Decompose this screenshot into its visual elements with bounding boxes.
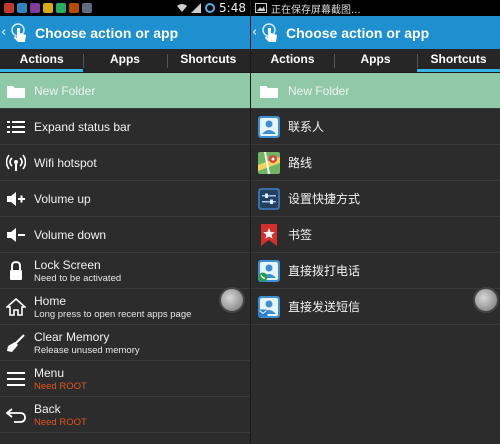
list-item-settings-shortcut[interactable]: 设置快捷方式: [251, 181, 500, 217]
notification-icon: [30, 3, 40, 13]
floating-assistive-button[interactable]: [473, 287, 499, 313]
item-label: Volume up: [34, 191, 91, 206]
screenshot-icon: [255, 3, 267, 13]
item-subtitle: Need ROOT: [34, 416, 87, 428]
tab-apps[interactable]: Apps: [83, 49, 166, 72]
list-item-volume-down[interactable]: Volume down: [0, 217, 250, 253]
item-label: New Folder: [34, 83, 96, 98]
folder-icon: [257, 79, 281, 103]
clock: 5:48: [219, 1, 246, 15]
floating-assistive-button[interactable]: [219, 287, 245, 313]
item-label: Expand status bar: [34, 119, 131, 134]
status-bar: 5:48: [0, 0, 250, 16]
signal-icon: [191, 3, 202, 13]
item-label: Wifi hotspot: [34, 155, 97, 170]
bookmark-icon: [257, 223, 281, 247]
settings-shortcut-icon: [257, 187, 281, 211]
list-item-direct-message[interactable]: 直接发送短信: [251, 289, 500, 325]
shortcuts-screen: 正在保存屏幕截图... ‹ Choose action or app Actio…: [250, 0, 500, 444]
screenshot-saving-notice: 正在保存屏幕截图...: [271, 4, 361, 16]
back-arrow-icon: [6, 405, 26, 425]
list-item-volume-up[interactable]: Volume up: [0, 181, 250, 217]
item-label: Clear Memory: [34, 329, 110, 344]
direct-message-icon: [257, 295, 281, 319]
direct-dial-icon: [257, 259, 281, 283]
item-label: Lock Screen: [34, 257, 101, 272]
item-subtitle: Need ROOT: [34, 380, 87, 392]
list-item-bookmarks[interactable]: 书签: [251, 217, 500, 253]
actions-list: New Folder Expand status bar Wifi hotspo…: [0, 73, 250, 433]
item-label: Back: [34, 401, 61, 416]
item-subtitle: Need to be activated: [34, 272, 122, 284]
page-title: Choose action or app: [286, 24, 430, 41]
notification-icons: [4, 3, 92, 13]
list-item-clear-memory[interactable]: Clear Memory Release unused memory: [0, 325, 250, 361]
item-label: 联系人: [288, 120, 325, 134]
list-item-lock-screen[interactable]: Lock Screen Need to be activated: [0, 253, 250, 289]
list-item-new-folder[interactable]: New Folder: [0, 73, 250, 109]
list-item-new-folder[interactable]: New Folder: [251, 73, 500, 109]
notification-icon: [56, 3, 66, 13]
touch-hand-icon: [11, 22, 26, 42]
list-item-home[interactable]: Home Long press to open recent apps page: [0, 289, 250, 325]
up-caret-icon[interactable]: ‹: [1, 25, 9, 40]
tab-bar: Actions Apps Shortcuts: [0, 49, 250, 73]
up-caret-icon[interactable]: ‹: [252, 25, 260, 40]
list-item-directions[interactable]: 路线: [251, 145, 500, 181]
notification-icon: [4, 3, 14, 13]
tab-bar: Actions Apps Shortcuts: [251, 49, 500, 73]
notification-icon: [69, 3, 79, 13]
list-item-direct-dial[interactable]: 直接拨打电话: [251, 253, 500, 289]
shortcuts-list: New Folder 联系人 路线 设置快捷方式 书签 直接拨打电话 直接发送短…: [251, 73, 500, 325]
tab-actions[interactable]: Actions: [251, 49, 334, 72]
item-subtitle: Release unused memory: [34, 344, 140, 356]
notification-icon: [43, 3, 53, 13]
item-label: 书签: [288, 228, 313, 242]
item-subtitle: Long press to open recent apps page: [34, 308, 192, 320]
sync-icon: [205, 3, 216, 13]
item-label: Home: [34, 293, 67, 308]
item-label: 直接拨打电话: [288, 264, 361, 278]
folder-icon: [6, 81, 26, 101]
list-item-back[interactable]: Back Need ROOT: [0, 397, 250, 433]
notification-icon: [17, 3, 27, 13]
wifi-hotspot-icon: [6, 153, 26, 173]
contacts-icon: [257, 115, 281, 139]
home-icon: [6, 297, 26, 317]
volume-down-icon: [6, 225, 26, 245]
item-label: New Folder: [288, 83, 350, 98]
lock-icon: [6, 260, 26, 281]
maps-icon: [257, 151, 281, 175]
item-label: 设置快捷方式: [288, 192, 361, 206]
item-label: Volume down: [34, 227, 107, 242]
tab-apps[interactable]: Apps: [334, 49, 417, 72]
actions-screen: 5:48 ‹ Choose action or app Actions Apps…: [0, 0, 250, 444]
volume-up-icon: [6, 189, 26, 209]
status-bar: 正在保存屏幕截图...: [251, 0, 500, 16]
tab-shortcuts[interactable]: Shortcuts: [166, 49, 250, 72]
item-label: Menu: [34, 365, 65, 380]
broom-icon: [6, 333, 26, 353]
page-title: Choose action or app: [35, 24, 179, 41]
list-item-contacts[interactable]: 联系人: [251, 109, 500, 145]
item-label: 路线: [288, 156, 313, 170]
touch-hand-icon: [262, 22, 277, 42]
notification-icon: [82, 3, 92, 13]
title-bar: ‹ Choose action or app: [0, 16, 250, 49]
tab-actions[interactable]: Actions: [0, 49, 84, 72]
menu-icon: [6, 369, 26, 389]
list-icon: [6, 117, 26, 137]
list-item-wifi-hotspot[interactable]: Wifi hotspot: [0, 145, 250, 181]
item-label: 直接发送短信: [288, 300, 361, 314]
list-item-menu[interactable]: Menu Need ROOT: [0, 361, 250, 397]
tab-shortcuts[interactable]: Shortcuts: [417, 49, 500, 72]
list-item-expand-status-bar[interactable]: Expand status bar: [0, 109, 250, 145]
wifi-icon: [177, 4, 188, 12]
title-bar: ‹ Choose action or app: [251, 16, 500, 49]
